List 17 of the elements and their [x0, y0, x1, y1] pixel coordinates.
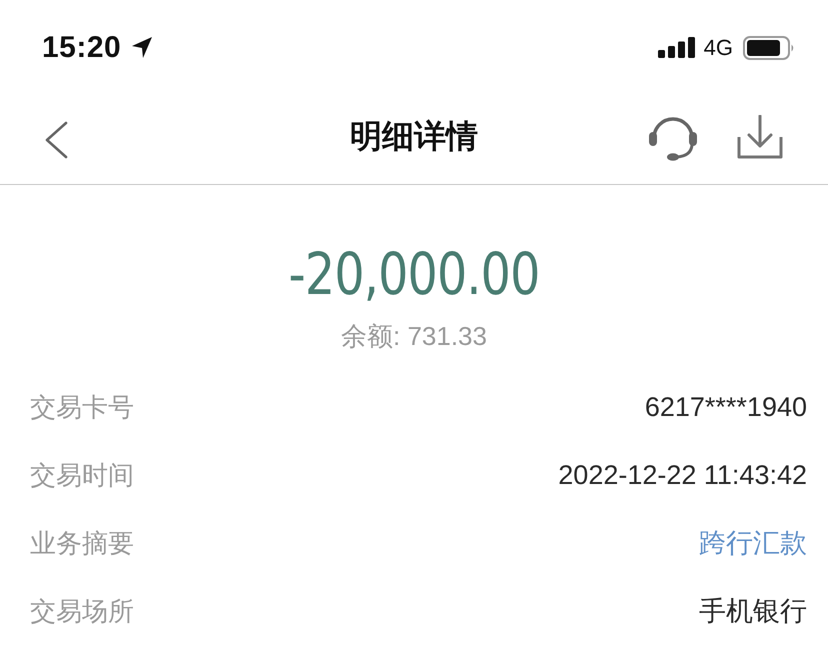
detail-label: 交易卡号	[30, 390, 134, 424]
detail-label: 交易场所	[30, 594, 134, 628]
detail-value: 6217****1940	[644, 392, 807, 422]
signal-icon	[658, 37, 696, 58]
location-arrow-icon	[131, 36, 154, 59]
page-title: 明细详情	[350, 116, 478, 156]
balance-text: 余额: 731.33	[341, 320, 487, 353]
detail-label: 业务摘要	[30, 526, 134, 560]
battery-icon	[743, 36, 795, 60]
transaction-amount: -20,000.00	[288, 241, 540, 307]
network-label: 4G	[704, 34, 733, 60]
download-icon[interactable]	[737, 114, 783, 158]
detail-value-link[interactable]: 跨行汇款	[699, 525, 807, 561]
detail-value: 2022-12-22 11:43:42	[558, 460, 807, 490]
detail-value: 手机银行	[699, 595, 807, 628]
detail-label: 交易时间	[30, 458, 134, 492]
status-time: 15:20	[42, 30, 122, 64]
